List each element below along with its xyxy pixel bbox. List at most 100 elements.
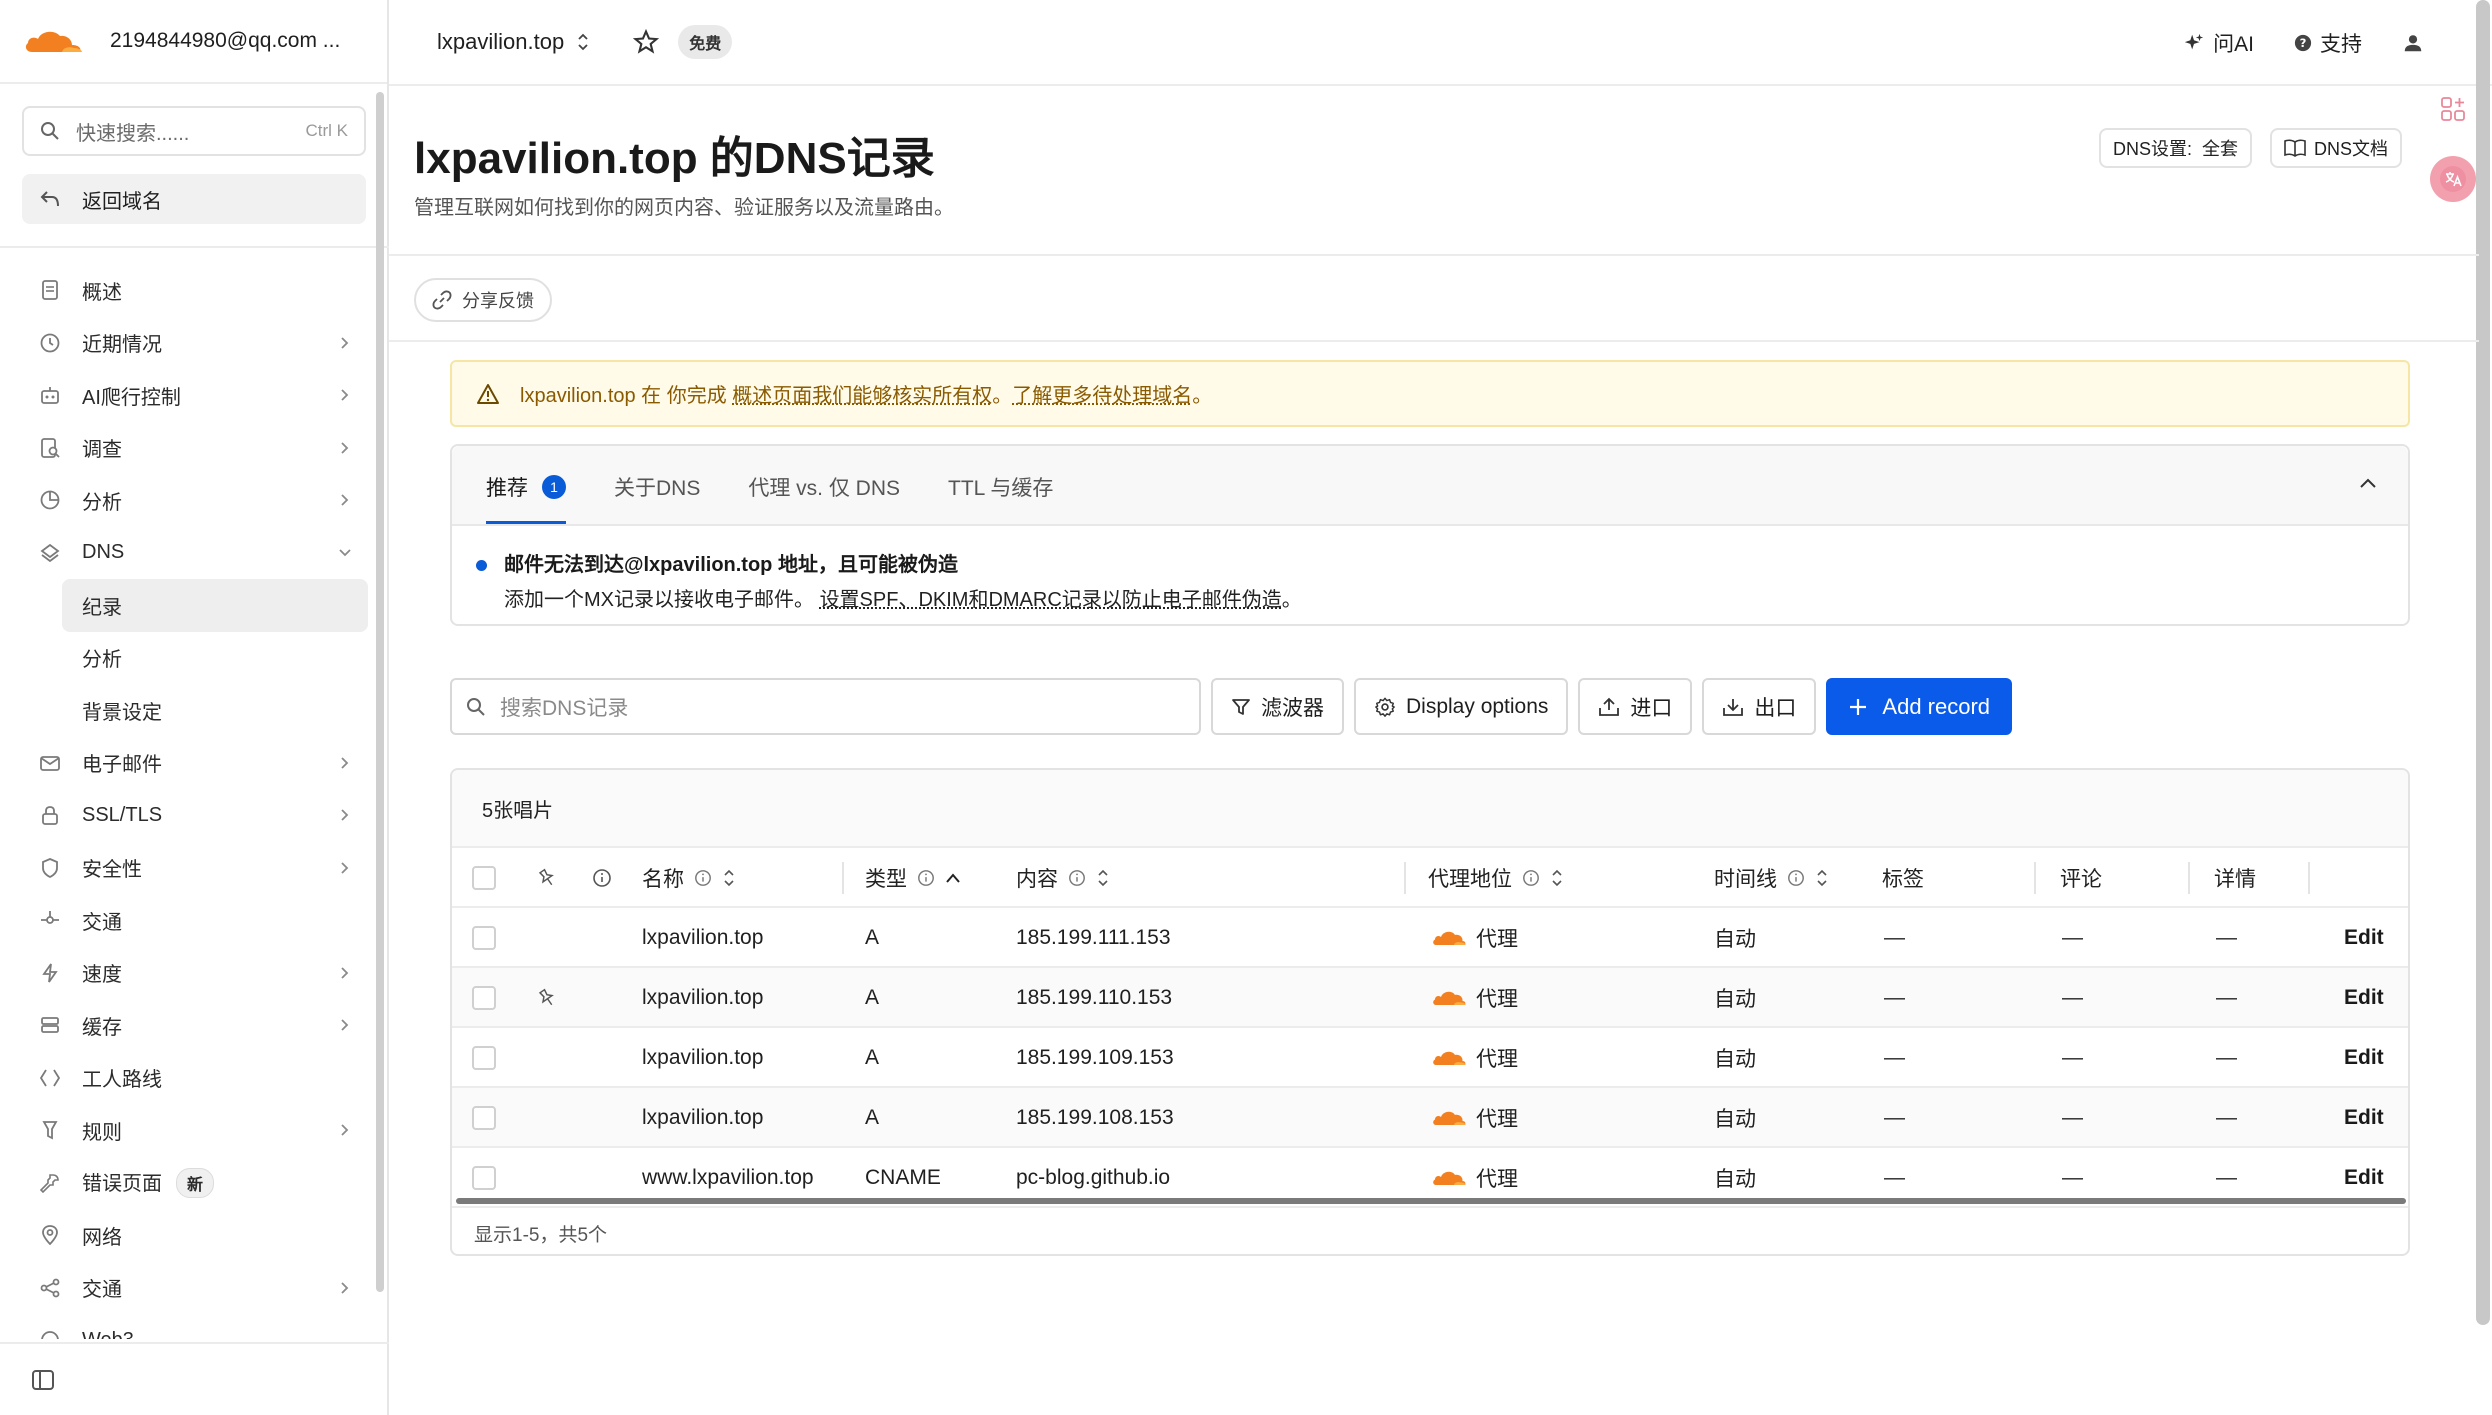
edit-record-button[interactable]: Edit [2344, 1028, 2384, 1088]
apps-float-button[interactable] [2430, 86, 2476, 132]
table-row[interactable]: lxpavilion.top A 185.199.110.153 代理 自动 —… [452, 968, 2408, 1028]
info-icon [1788, 870, 1804, 886]
sidebar-item-rules[interactable]: 规则 [0, 1104, 389, 1157]
records-count: 5张唱片 [452, 770, 2408, 848]
table-row[interactable]: lxpavilion.top A 185.199.109.153 代理 自动 —… [452, 1028, 2408, 1088]
column-header-proxy[interactable]: 代理地位 [1428, 848, 1564, 908]
email-spoofing-link[interactable]: 设置SPF、DKIM和DMARC记录以防止电子邮件伪造 [820, 589, 1282, 611]
table-row[interactable]: lxpavilion.top A 185.199.111.153 代理 自动 —… [452, 908, 2408, 968]
tab-ttl-cache[interactable]: TTL 与缓存 [948, 472, 1053, 524]
add-record-button[interactable]: Add record [1826, 678, 2013, 735]
dns-docs-button[interactable]: DNS文档 [2269, 128, 2402, 168]
column-header-content[interactable]: 内容 [1016, 848, 1110, 908]
sidebar-scrollbar[interactable] [376, 92, 384, 1292]
pending-domains-link[interactable]: 了解更多待处理域名 [1012, 385, 1192, 407]
support-button[interactable]: ? 支持 [2294, 28, 2362, 58]
account-header[interactable]: 2194844980@qq.com ... [0, 0, 387, 84]
star-icon[interactable] [632, 28, 660, 56]
sidebar-item-speed[interactable]: 速度 [0, 947, 389, 1000]
sidebar-item-network[interactable]: 网络 [0, 1209, 389, 1262]
import-button[interactable]: 进口 [1578, 678, 1693, 735]
export-label: 出口 [1754, 696, 1797, 720]
sidebar-item-dns[interactable]: DNS [0, 527, 389, 580]
sidebar-item-investigate[interactable]: 调查 [0, 422, 389, 475]
sidebar-item-error-pages[interactable]: 错误页面新 [0, 1157, 389, 1210]
recommendations-card: 推荐 1 关于DNS 代理 vs. 仅 DNS TTL 与缓存 邮件无法到达@l… [450, 444, 2410, 626]
dns-setting-badge[interactable]: DNS设置: 全套 [2098, 128, 2252, 168]
ask-ai-button[interactable]: 问AI [2183, 28, 2254, 58]
quick-search-input[interactable]: 快速搜索...... Ctrl K [22, 106, 366, 156]
sidebar-item-ssl-tls[interactable]: SSL/TLS [0, 789, 389, 842]
table-horizontal-scrollbar[interactable] [456, 1198, 2406, 1204]
sidebar-item-recent[interactable]: 近期情况 [0, 317, 389, 370]
row-checkbox[interactable] [472, 986, 496, 1010]
tab-about-dns[interactable]: 关于DNS [614, 472, 700, 524]
sidebar-item-security[interactable]: 安全性 [0, 842, 389, 895]
edit-record-button[interactable]: Edit [2344, 1088, 2384, 1148]
sidebar-subitem-dns-analytics[interactable]: 分析 [0, 632, 389, 685]
sidebar-subitem-dns-settings[interactable]: 背景设定 [0, 684, 389, 737]
sidebar-item-worker-routes[interactable]: 工人路线 [0, 1052, 389, 1105]
translate-float-button[interactable] [2430, 156, 2476, 202]
row-checkbox[interactable] [472, 1166, 496, 1190]
sidebar-item-web3[interactable]: Web3 [0, 1314, 389, 1339]
share-feedback-button[interactable]: 分享反馈 [414, 278, 552, 322]
rules-icon [42, 1121, 58, 1140]
column-header-label: 标签 [1882, 868, 1924, 891]
column-separator[interactable] [2188, 862, 2190, 894]
column-separator[interactable] [2308, 862, 2310, 894]
row-checkbox-cell [472, 1088, 496, 1148]
sidebar-item-email[interactable]: 电子邮件 [0, 737, 389, 790]
bolt-icon [42, 963, 58, 983]
sidebar-item-caching[interactable]: 缓存 [0, 999, 389, 1052]
display-options-button[interactable]: Display options [1354, 678, 1569, 735]
filter-label: 滤波器 [1261, 696, 1324, 720]
edit-record-button[interactable]: Edit [2344, 908, 2384, 968]
recommendation-title: 邮件无法到达@lxpavilion.top 地址，且可能被伪造 [504, 554, 958, 576]
row-pin-cell[interactable] [536, 968, 558, 1028]
tab-recommended[interactable]: 推荐 1 [486, 472, 566, 524]
column-separator[interactable] [1404, 862, 1406, 894]
record-details: — [2216, 986, 2237, 1009]
select-all-checkbox[interactable] [472, 866, 496, 890]
row-checkbox[interactable] [472, 1106, 496, 1130]
chevron-up-icon[interactable] [2358, 476, 2378, 490]
row-checkbox[interactable] [472, 926, 496, 950]
column-separator[interactable] [2034, 862, 2036, 894]
tab-proxy-vs-dns[interactable]: 代理 vs. 仅 DNS [748, 472, 900, 524]
column-header-comment[interactable]: 评论 [2060, 848, 2102, 908]
sidebar-item-traffic-2[interactable]: 交通 [0, 1262, 389, 1315]
table-row[interactable]: lxpavilion.top A 185.199.108.153 代理 自动 —… [452, 1088, 2408, 1148]
column-header-tags[interactable]: 标签 [1882, 848, 1924, 908]
chevron-right-icon [341, 1124, 349, 1136]
main-scrollbar[interactable] [2476, 0, 2490, 1325]
account-email: 2194844980@qq.com ... [110, 29, 341, 52]
overview-page-link[interactable]: 概述页面我们能够核实所有权 [732, 385, 992, 407]
record-comment: — [2062, 1046, 2083, 1069]
column-header-name[interactable]: 名称 [642, 848, 736, 908]
sidebar-subitem-dns-records[interactable]: 纪录 [62, 579, 368, 632]
proxy-status-label: 代理 [1476, 928, 1518, 951]
sidebar-item-traffic[interactable]: 交通 [0, 894, 389, 947]
filter-button[interactable]: 滤波器 [1211, 678, 1344, 735]
sidebar-item-analytics[interactable]: 分析 [0, 474, 389, 527]
column-header-details[interactable]: 详情 [2214, 848, 2256, 908]
record-proxy-status: 代理 [1432, 968, 1518, 1028]
export-button[interactable]: 出口 [1702, 678, 1817, 735]
sidebar-item-ai-crawl[interactable]: AI爬行控制 [0, 369, 389, 422]
record-content: 185.199.110.153 [1016, 986, 1173, 1009]
warning-prefix: lxpavilion.top 在 你完成 [520, 385, 733, 407]
sidebar-item-overview[interactable]: 概述 [0, 264, 389, 317]
column-header-ttl[interactable]: 时间线 [1714, 848, 1829, 908]
column-separator[interactable] [842, 862, 844, 894]
back-to-domains-button[interactable]: 返回域名 [22, 174, 366, 224]
column-header-type[interactable]: 类型 [865, 848, 961, 908]
dns-search-input[interactable]: 搜索DNS记录 [450, 678, 1201, 735]
user-menu-button[interactable] [2402, 32, 2432, 54]
record-proxy-status: 代理 [1432, 1028, 1518, 1088]
row-checkbox[interactable] [472, 1046, 496, 1070]
collapse-sidebar-icon[interactable] [32, 1369, 54, 1390]
info-header-cell [592, 848, 612, 908]
domain-selector[interactable]: lxpavilion.top [437, 29, 590, 55]
edit-record-button[interactable]: Edit [2344, 968, 2384, 1028]
